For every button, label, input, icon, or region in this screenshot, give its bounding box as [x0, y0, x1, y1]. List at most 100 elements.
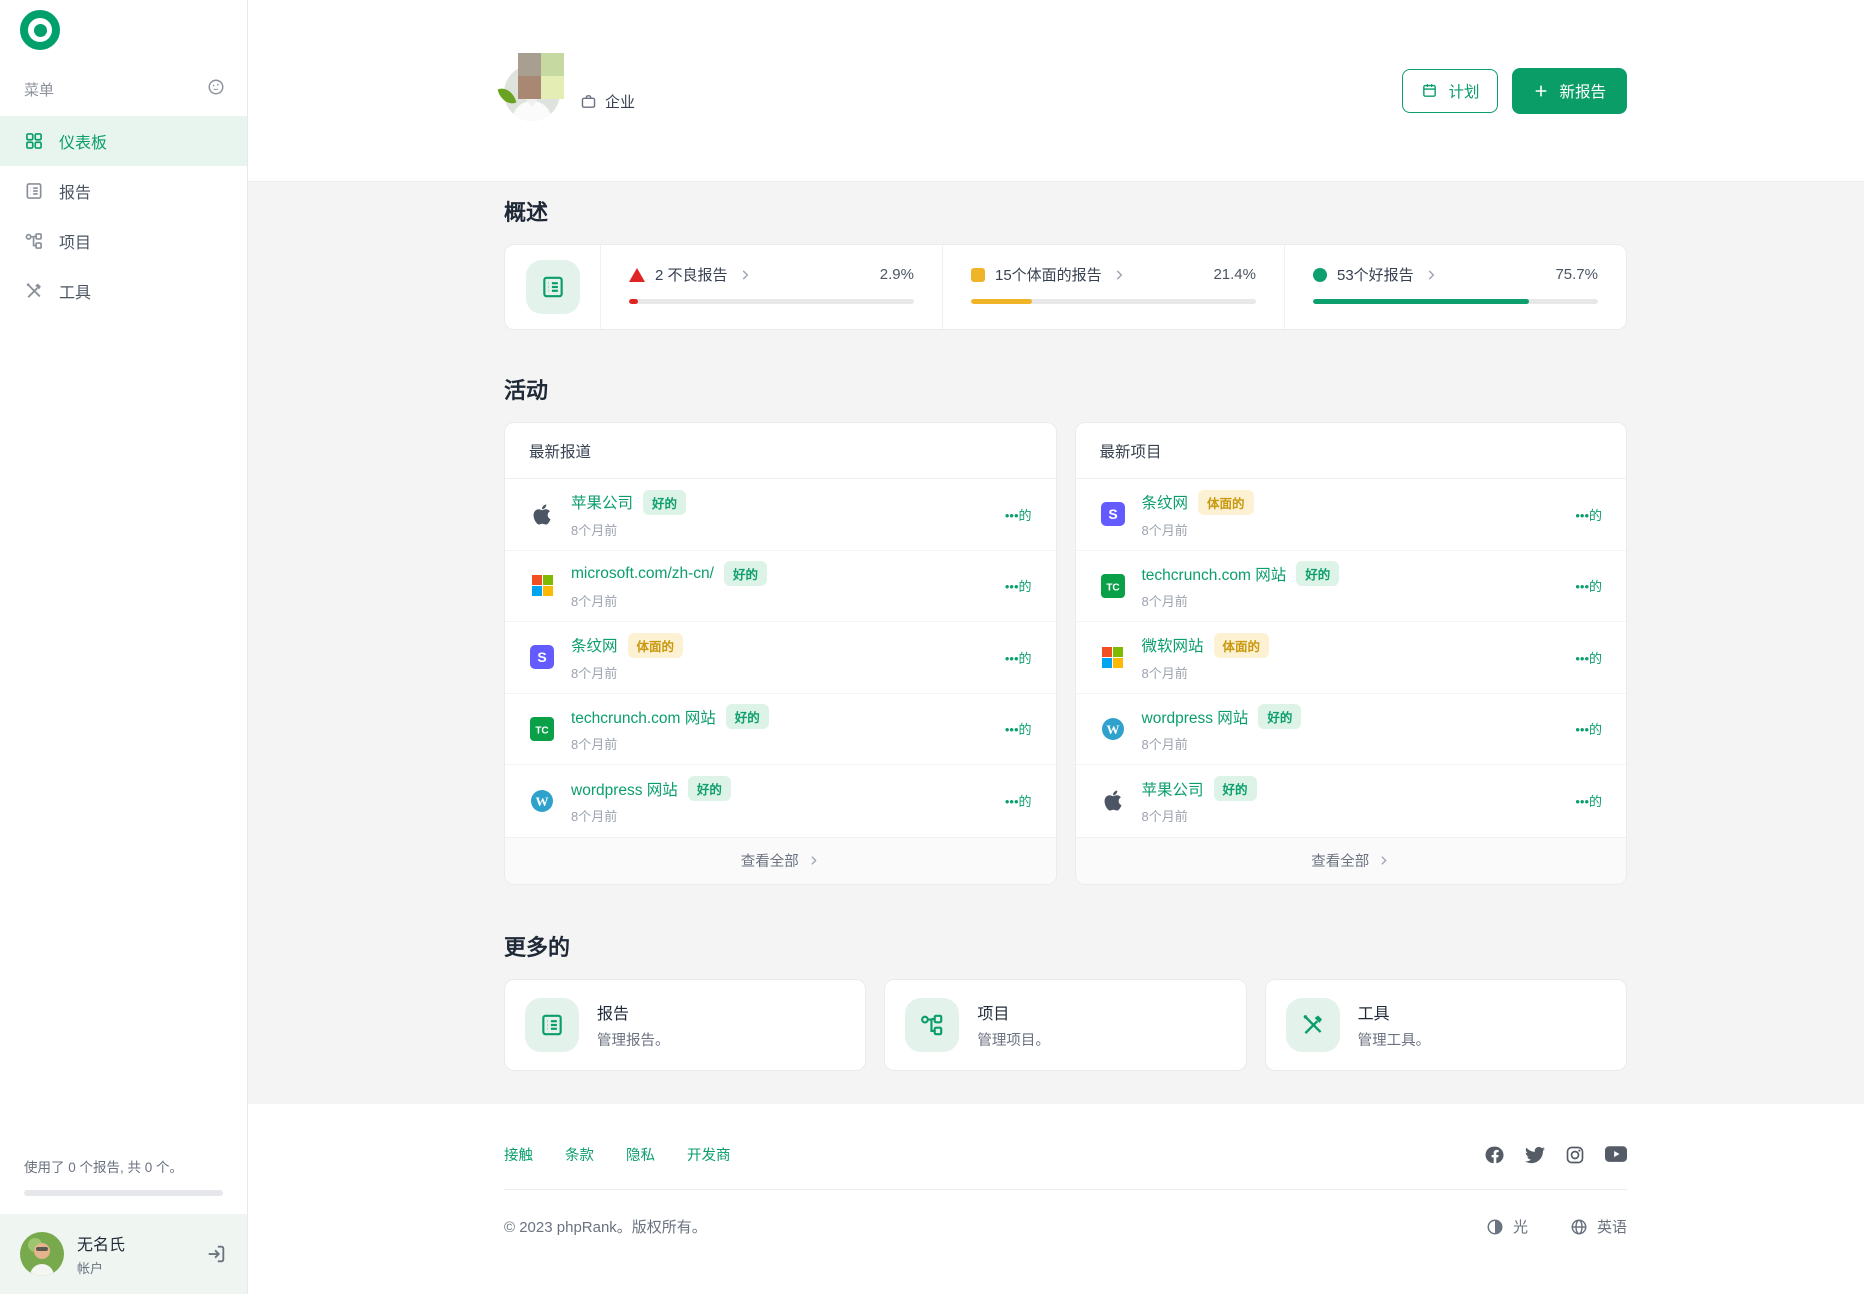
- logo-dot: [34, 24, 47, 37]
- sidebar-item-tools[interactable]: 工具: [0, 266, 247, 316]
- latest-projects-card: 最新项目 S 条纹网 体面的 8个月前 •••的: [1075, 422, 1628, 885]
- menu-label: 菜单: [24, 79, 54, 100]
- footer-link-privacy[interactable]: 隐私: [626, 1144, 655, 1165]
- more-card-reports[interactable]: 报告 管理报告。: [504, 979, 866, 1071]
- stat-label: 53个好报告: [1337, 264, 1414, 285]
- youtube-icon[interactable]: [1605, 1146, 1627, 1163]
- stat-decent-reports[interactable]: 15个体面的报告 21.4%: [943, 245, 1285, 329]
- globe-icon: [1570, 1218, 1588, 1236]
- stat-progressbar: [971, 299, 1256, 304]
- usage-progressbar: [24, 1190, 223, 1196]
- activity-title: 活动: [504, 376, 1627, 406]
- organization[interactable]: 企业: [504, 61, 635, 121]
- status-badge: 好的: [726, 704, 769, 729]
- reports-icon: [525, 998, 579, 1052]
- list-item[interactable]: 苹果公司 好的 8个月前 •••的: [505, 479, 1056, 551]
- logout-icon[interactable]: [205, 1243, 227, 1265]
- stat-percent: 21.4%: [1213, 266, 1256, 283]
- card-title: 最新报道: [505, 423, 1056, 479]
- chevron-right-icon: [1424, 268, 1438, 282]
- sidebar-item-projects[interactable]: 项目: [0, 216, 247, 266]
- project-link[interactable]: 苹果公司: [1142, 778, 1204, 800]
- instagram-icon[interactable]: [1565, 1145, 1585, 1165]
- list-item[interactable]: microsoft.com/zh-cn/ 好的 8个月前 •••的: [505, 551, 1056, 623]
- timestamp: 8个月前: [571, 806, 731, 825]
- score-text: •••的: [1005, 648, 1032, 667]
- view-all-projects-button[interactable]: 查看全部: [1076, 837, 1627, 884]
- project-link[interactable]: 条纹网: [1142, 491, 1189, 513]
- stat-progressbar: [629, 299, 914, 304]
- footer-link-developers[interactable]: 开发商: [687, 1144, 731, 1165]
- card-title: 项目: [977, 1000, 1050, 1024]
- list-item[interactable]: TC techcrunch.com 网站 好的 8个月前 •••的: [1076, 551, 1627, 623]
- bad-triangle-icon: [629, 268, 645, 282]
- footer-link-contact[interactable]: 接触: [504, 1144, 533, 1165]
- list-item[interactable]: W wordpress 网站 好的 8个月前 •••的: [505, 765, 1056, 837]
- svg-text:W: W: [1106, 722, 1119, 737]
- language-selector[interactable]: 英语: [1570, 1216, 1627, 1237]
- theme-toggle[interactable]: 光: [1486, 1216, 1528, 1237]
- score-text: •••的: [1005, 719, 1032, 738]
- org-image-tiles: [518, 53, 564, 99]
- timestamp: 8个月前: [1142, 734, 1302, 753]
- report-link[interactable]: 苹果公司: [571, 491, 633, 513]
- main-area: 企业 计划: [248, 0, 1864, 1294]
- more-card-tools[interactable]: 工具 管理工具。: [1265, 979, 1627, 1071]
- sidebar-item-dashboard[interactable]: 仪表板: [0, 116, 247, 166]
- app-window: 菜单 仪表板: [0, 0, 1864, 1294]
- report-link[interactable]: 条纹网: [571, 634, 618, 656]
- projects-icon: [24, 231, 44, 251]
- facebook-icon[interactable]: [1485, 1145, 1505, 1165]
- view-all-reports-button[interactable]: 查看全部: [505, 837, 1056, 884]
- latest-reports-card: 最新报道 苹果公司 好的 8个月前 •••的: [504, 422, 1057, 885]
- stat-good-reports[interactable]: 53个好报告 75.7%: [1285, 245, 1626, 329]
- wordpress-icon: W: [1100, 716, 1126, 742]
- status-badge: 好的: [1214, 776, 1257, 801]
- stat-percent: 2.9%: [880, 266, 914, 283]
- sidebar-item-reports[interactable]: 报告: [0, 166, 247, 216]
- score-text: •••的: [1005, 576, 1032, 595]
- stat-progressbar: [1313, 299, 1598, 304]
- report-link[interactable]: techcrunch.com 网站: [571, 706, 716, 728]
- sidebar-item-label: 项目: [59, 229, 91, 253]
- list-item[interactable]: 微软网站 体面的 8个月前 •••的: [1076, 622, 1627, 694]
- tools-icon: [24, 281, 44, 301]
- status-badge: 体面的: [1198, 490, 1254, 515]
- sidebar-item-label: 报告: [59, 179, 91, 203]
- plan-button[interactable]: 计划: [1402, 69, 1498, 113]
- project-link[interactable]: wordpress 网站: [1142, 706, 1249, 728]
- card-desc: 管理报告。: [597, 1029, 670, 1050]
- reports-icon: [24, 181, 44, 201]
- new-report-button[interactable]: 新报告: [1512, 68, 1627, 114]
- card-desc: 管理工具。: [1358, 1029, 1431, 1050]
- status-badge: 体面的: [628, 633, 684, 658]
- list-item[interactable]: S 条纹网 体面的 8个月前 •••的: [505, 622, 1056, 694]
- list-item[interactable]: 苹果公司 好的 8个月前 •••的: [1076, 765, 1627, 837]
- footer-link-terms[interactable]: 条款: [565, 1144, 594, 1165]
- menu-toggle-icon[interactable]: [207, 78, 225, 100]
- report-link[interactable]: wordpress 网站: [571, 778, 678, 800]
- project-link[interactable]: 微软网站: [1142, 634, 1204, 656]
- report-link[interactable]: microsoft.com/zh-cn/: [571, 565, 714, 583]
- list-item[interactable]: TC techcrunch.com 网站 好的 8个月前 •••的: [505, 694, 1056, 766]
- list-item[interactable]: S 条纹网 体面的 8个月前 •••的: [1076, 479, 1627, 551]
- project-link[interactable]: techcrunch.com 网站: [1142, 563, 1287, 585]
- twitter-icon[interactable]: [1525, 1145, 1545, 1165]
- stripe-icon: S: [529, 644, 555, 670]
- timestamp: 8个月前: [571, 734, 769, 753]
- status-badge: 好的: [643, 490, 686, 515]
- stripe-icon: S: [1100, 501, 1126, 527]
- account-card[interactable]: 无名氏 帐户: [0, 1214, 247, 1294]
- app-logo[interactable]: [0, 0, 247, 50]
- list-item[interactable]: W wordpress 网站 好的 8个月前 •••的: [1076, 694, 1627, 766]
- svg-text:W: W: [536, 794, 549, 809]
- stat-bad-reports[interactable]: 2 不良报告 2.9%: [601, 245, 943, 329]
- avatar: [20, 1232, 64, 1276]
- logo-ring-icon: [20, 10, 60, 50]
- status-badge: 好的: [1296, 561, 1339, 586]
- more-card-projects[interactable]: 项目 管理项目。: [884, 979, 1246, 1071]
- more-title: 更多的: [504, 933, 1627, 963]
- timestamp: 8个月前: [1142, 520, 1254, 539]
- plus-icon: [1533, 83, 1549, 99]
- user-name: 无名氏: [77, 1231, 125, 1255]
